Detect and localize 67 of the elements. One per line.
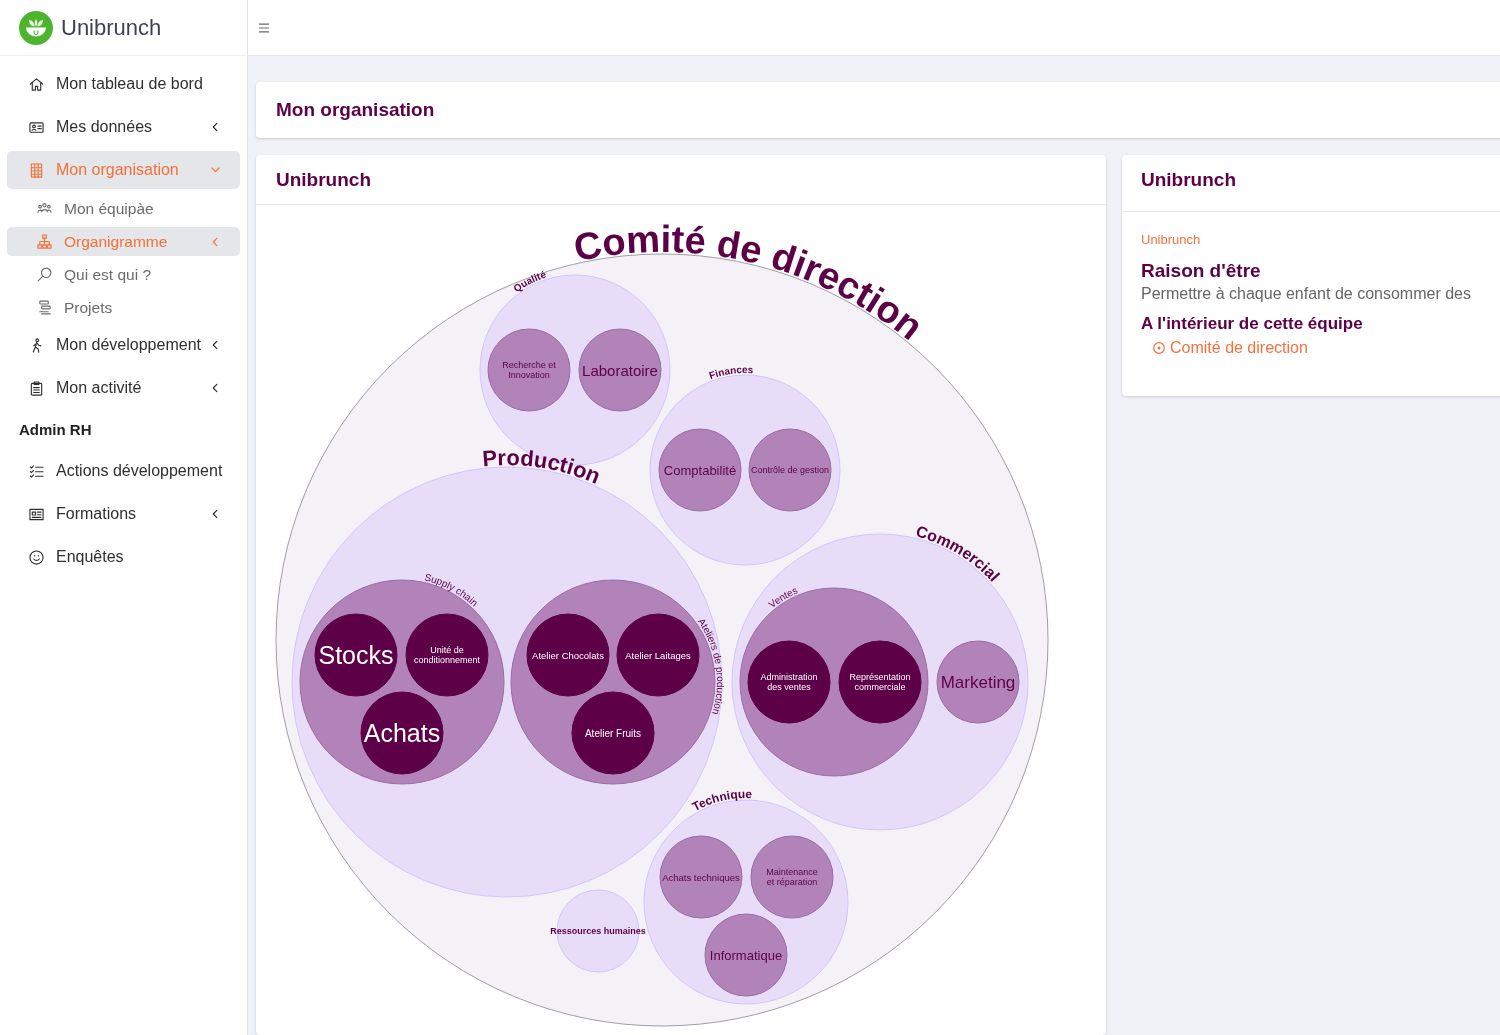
team-label: Atelier Chocolats (532, 649, 604, 661)
smiley-icon (29, 549, 44, 565)
brand-name: Unibrunch (61, 14, 162, 41)
team-label: Unité de conditionnement (414, 644, 480, 666)
team-label: Représentation commerciale (849, 671, 911, 693)
team-label: Marketing (940, 672, 1016, 692)
sitemap-icon (37, 234, 52, 249)
team-label: Recherche et Innovation (502, 359, 556, 381)
nav-subitem[interactable]: Qui est qui ? (7, 260, 240, 289)
card-list-icon (29, 506, 44, 522)
team-bubble[interactable] (658, 428, 742, 512)
team-label: Finances (707, 364, 754, 382)
checklist-icon (29, 463, 44, 479)
team-label: Production (481, 444, 605, 489)
search-icon (37, 267, 52, 282)
team-bubble[interactable] (838, 640, 922, 724)
nav-subitem[interactable]: Mon équipàe (7, 194, 240, 223)
team-bubble[interactable] (747, 640, 831, 724)
team-bubble[interactable] (314, 613, 398, 697)
team-name: Unibrunch (1141, 231, 1201, 249)
id-card-icon (29, 119, 44, 135)
nav-item[interactable]: Formations (7, 495, 240, 533)
team-bubble[interactable] (487, 328, 571, 412)
team-bubble[interactable] (659, 835, 743, 919)
people-icon (37, 201, 52, 216)
team-label: Laboratoire (582, 361, 658, 379)
team-bubble[interactable] (704, 913, 788, 997)
card-title: Unibrunch (1141, 169, 1236, 190)
nav-item[interactable]: Mon activité (7, 369, 240, 407)
card-title: Unibrunch (276, 167, 371, 192)
team-label: Atelier Laitages (625, 649, 691, 661)
home-icon (29, 76, 44, 92)
team-label: Achats techniques (662, 871, 740, 883)
team-label: Informatique (709, 947, 783, 963)
section-heading: Admin RH (18, 420, 93, 440)
team-label: Ressources humaines (550, 926, 646, 936)
nav-item[interactable]: Mes données (7, 108, 240, 146)
nav-item[interactable]: Actions développement (7, 452, 240, 490)
building-icon (29, 162, 44, 178)
team-label: Achats (363, 719, 441, 747)
team-bubble[interactable] (405, 613, 489, 697)
nav-item[interactable]: Mon développement (7, 326, 240, 364)
team-label: Technique (689, 786, 753, 814)
team-bubble[interactable] (578, 328, 662, 412)
team-bubble[interactable] (360, 691, 444, 775)
logo-icon (19, 10, 53, 45)
purpose-text: Permettre à chaque enfant de consommer des (1141, 284, 1471, 304)
nav-item[interactable]: Mon tableau de bord (7, 65, 240, 103)
team-label: Atelier Fruits (584, 727, 642, 739)
section-heading: A l'intérieur de cette équipe (1141, 313, 1363, 335)
menu-icon (258, 21, 270, 34)
nav-subitem[interactable]: Projets (7, 293, 240, 322)
team-label: Stocks (318, 641, 394, 669)
stacked-bars-icon (37, 300, 52, 315)
menu-button[interactable] (258, 21, 270, 34)
team-label: Maintenance et réparation (766, 866, 818, 888)
team-bubble[interactable] (526, 613, 610, 697)
section-heading: Raison d'être (1141, 259, 1261, 283)
team-bubble[interactable] (936, 640, 1020, 724)
clipboard-icon (29, 380, 44, 396)
team-label: Comptabilité (663, 462, 737, 478)
team-label: Administration des ventes (760, 671, 818, 693)
page-title: Mon organisation (276, 98, 435, 122)
team-label: Contrôle de gestion (750, 465, 830, 475)
nav-item[interactable]: Enquêtes (7, 538, 240, 576)
target-icon (1153, 342, 1165, 354)
team-bubble[interactable] (750, 835, 834, 919)
